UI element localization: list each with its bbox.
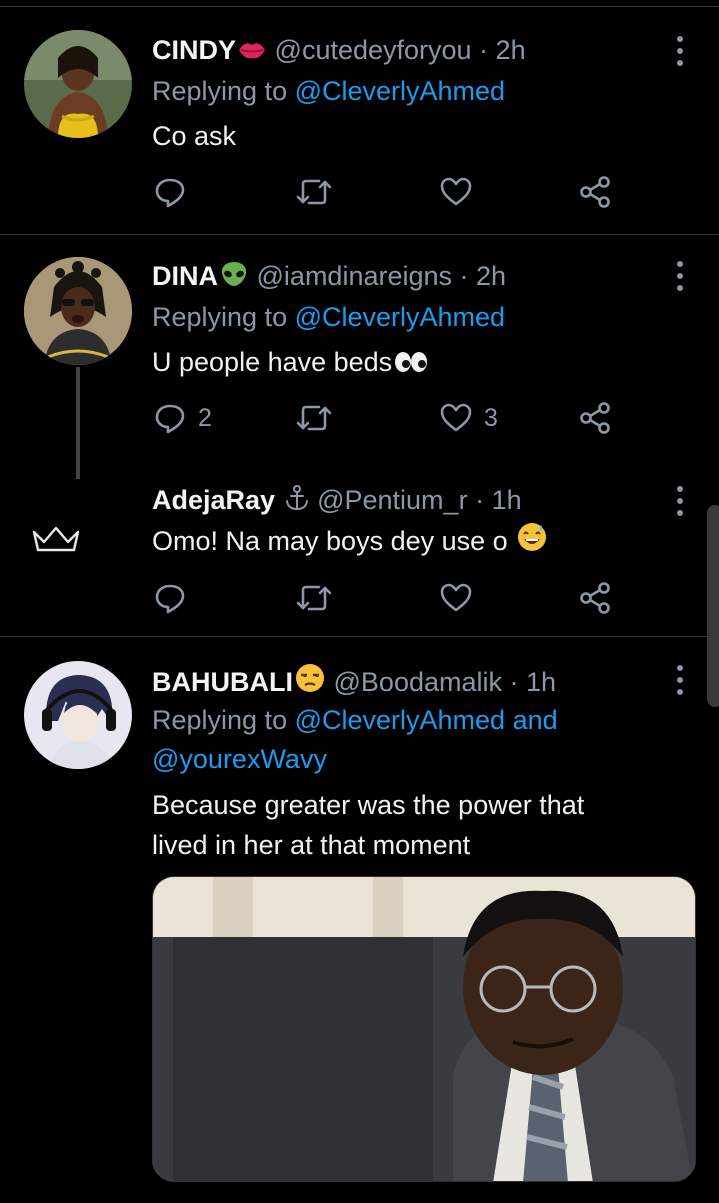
tweet-text-line: Because greater was the power that [152, 790, 585, 820]
mention-link[interactable]: @yourexWavy [152, 744, 327, 774]
replying-to-continued: @yourexWavy [152, 742, 327, 776]
display-name[interactable]: AdejaRay [152, 485, 275, 515]
timestamp[interactable]: 2h [496, 35, 526, 65]
kiss-lips-emoji [237, 36, 267, 70]
tweet-text-row: Omo! Na may boys dey use o [152, 521, 548, 564]
alien-emoji [219, 260, 249, 296]
like-icon [438, 400, 474, 436]
eyes-emoji [393, 345, 429, 385]
display-name[interactable]: DINA [152, 261, 218, 291]
more-icon[interactable] [670, 36, 690, 66]
replying-prefix: Replying to [152, 76, 295, 106]
display-name[interactable]: CINDY [152, 35, 236, 65]
mention-link[interactable]: @CleverlyAhmed [295, 302, 505, 332]
action-bar: 2 3 [152, 398, 622, 438]
reply-icon [152, 580, 188, 616]
like-button[interactable] [438, 578, 474, 618]
avatar[interactable] [24, 30, 132, 138]
tweet-header: CINDY @cutedeyforyou · 2h [152, 33, 526, 70]
share-icon [577, 400, 613, 436]
share-button[interactable] [577, 398, 613, 438]
retweet-icon [295, 580, 333, 616]
tweet-text: Omo! Na may boys dey use o [152, 526, 508, 556]
share-icon [577, 580, 613, 616]
retweet-button[interactable] [295, 172, 333, 212]
retweet-button[interactable] [295, 398, 333, 438]
more-icon[interactable] [670, 665, 690, 695]
share-button[interactable] [577, 172, 613, 212]
reply-button[interactable] [152, 172, 188, 212]
replying-to: Replying to @CleverlyAhmed [152, 300, 505, 334]
replying-prefix: Replying to [152, 705, 295, 735]
tweet-text-line: lived in her at that moment [152, 830, 471, 860]
more-icon[interactable] [670, 486, 690, 516]
action-bar [152, 578, 622, 618]
crown-icon[interactable] [30, 524, 82, 561]
mention-link[interactable]: @CleverlyAhmed and [295, 705, 558, 735]
reply-count: 2 [198, 403, 212, 432]
dot-separator: · [467, 485, 492, 515]
dot-separator: · [452, 261, 477, 291]
reply-button[interactable] [152, 578, 188, 618]
more-icon[interactable] [670, 261, 690, 291]
tweet-text: U people have beds [152, 347, 393, 377]
avatar[interactable] [24, 257, 132, 365]
like-icon [438, 174, 474, 210]
sweat-smile-emoji [516, 521, 548, 564]
tweet-cindy[interactable]: CINDY @cutedeyforyou · 2h Replying to @C… [0, 0, 719, 234]
tweet-adejaray[interactable]: AdejaRay @Pentium_r · 1h Omo! Na may boy… [0, 470, 719, 636]
action-bar [152, 172, 622, 212]
anchor-icon [284, 484, 310, 520]
reply-button[interactable]: 2 [152, 398, 212, 438]
like-button[interactable] [438, 172, 474, 212]
retweet-icon [295, 174, 333, 210]
reply-icon [152, 174, 188, 210]
replying-to: Replying to @CleverlyAhmed and [152, 703, 558, 737]
share-icon [577, 174, 613, 210]
tweet-header: BAHUBALI @Boodamalik · 1h [152, 662, 556, 702]
tweet-header: AdejaRay @Pentium_r · 1h [152, 483, 522, 520]
tweet-text: Co ask [152, 121, 237, 151]
display-name[interactable]: BAHUBALI [152, 667, 293, 697]
mention-link[interactable]: @CleverlyAhmed [295, 76, 505, 106]
thread-connector [76, 367, 80, 479]
tweet-text-row: U people have beds [152, 342, 429, 385]
scrollbar-thumb[interactable] [707, 505, 719, 707]
retweet-icon [295, 400, 333, 436]
tweet-media-image[interactable] [152, 876, 696, 1182]
avatar[interactable] [24, 661, 132, 769]
like-icon [438, 580, 474, 616]
like-button[interactable]: 3 [438, 398, 498, 438]
tweet-dina[interactable]: DINA @iamdinareigns · 2h Replying to @Cl… [0, 235, 719, 470]
dot-separator: · [471, 35, 496, 65]
replying-to: Replying to @CleverlyAhmed [152, 74, 505, 108]
user-handle[interactable]: @Pentium_r [317, 485, 467, 515]
unamused-emoji [294, 662, 326, 702]
user-handle[interactable]: @cutedeyforyou [275, 35, 472, 65]
reply-icon [152, 400, 188, 436]
timestamp[interactable]: 1h [492, 485, 522, 515]
user-handle[interactable]: @iamdinareigns [257, 261, 453, 291]
share-button[interactable] [577, 578, 613, 618]
timestamp[interactable]: 1h [526, 667, 556, 697]
like-count: 3 [484, 403, 498, 432]
user-handle[interactable]: @Boodamalik [334, 667, 503, 697]
dot-separator: · [502, 667, 527, 697]
timestamp[interactable]: 2h [476, 261, 506, 291]
tweet-header: DINA @iamdinareigns · 2h [152, 259, 506, 296]
tweet-text: Because greater was the power that lived… [152, 785, 584, 865]
retweet-button[interactable] [295, 578, 333, 618]
replying-prefix: Replying to [152, 302, 295, 332]
